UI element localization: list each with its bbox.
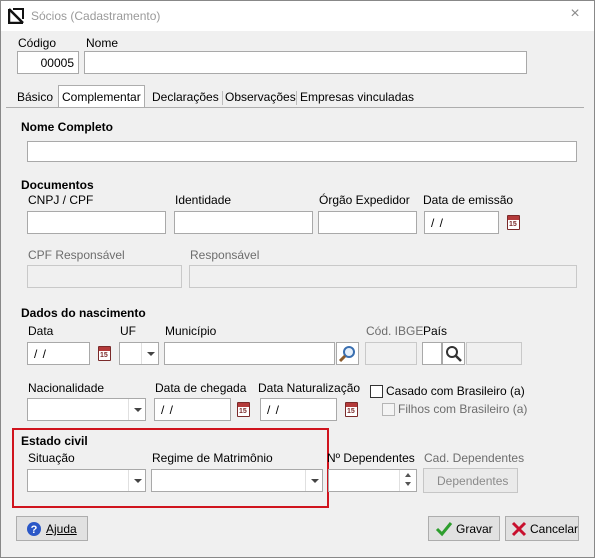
spinner-icon[interactable] bbox=[399, 470, 416, 491]
app-logo-icon bbox=[7, 8, 24, 25]
cancel-x-icon bbox=[511, 521, 527, 537]
regime-matrimonio-select[interactable] bbox=[151, 469, 323, 492]
casado-checkbox[interactable] bbox=[370, 385, 383, 398]
data-chegada-label: Data de chegada bbox=[155, 381, 247, 395]
data-emissao-label: Data de emissão bbox=[423, 193, 514, 207]
cancelar-label: Cancelar bbox=[530, 522, 579, 536]
data-emissao-field[interactable]: / / bbox=[424, 211, 499, 234]
nome-label: Nome bbox=[86, 36, 119, 50]
uf-label: UF bbox=[120, 324, 136, 338]
calendar-icon[interactable]: 15 bbox=[345, 402, 358, 417]
cod-ibge-label: Cód. IBGE bbox=[366, 324, 424, 338]
search-icon bbox=[446, 346, 462, 362]
identidade-field[interactable] bbox=[174, 211, 313, 234]
check-icon bbox=[435, 522, 453, 537]
codigo-value: 00005 bbox=[40, 56, 74, 70]
filhos-label: Filhos com Brasileiro (a) bbox=[398, 402, 528, 416]
data-chegada-value: / / bbox=[161, 403, 175, 417]
situacao-select[interactable] bbox=[27, 469, 146, 492]
calendar-icon[interactable]: 15 bbox=[237, 402, 250, 417]
situacao-label: Situação bbox=[28, 451, 75, 465]
cnpj-cpf-label: CNPJ / CPF bbox=[28, 193, 94, 207]
tab-strip: Básico Complementar Declarações Observaç… bbox=[6, 85, 584, 109]
data-naturalizacao-field[interactable]: / / bbox=[260, 398, 337, 421]
gravar-label: Gravar bbox=[456, 522, 493, 536]
orgao-expedidor-field[interactable] bbox=[318, 211, 417, 234]
pais-search-button[interactable] bbox=[442, 342, 465, 365]
cod-ibge-field bbox=[365, 342, 417, 365]
data-nascimento-value: / / bbox=[34, 347, 48, 361]
tab-empresas-vinculadas[interactable]: Empresas vinculadas bbox=[297, 89, 417, 108]
codigo-label: Código bbox=[18, 36, 57, 50]
filhos-checkbox bbox=[382, 403, 395, 416]
orgao-expedidor-label: Órgão Expedidor bbox=[319, 193, 410, 207]
title-bar: Sócios (Cadastramento) × bbox=[1, 1, 594, 31]
nacionalidade-label: Nacionalidade bbox=[28, 381, 105, 395]
cnpj-cpf-field[interactable] bbox=[27, 211, 166, 234]
data-nascimento-field[interactable]: / / bbox=[27, 342, 90, 365]
nacionalidade-select[interactable] bbox=[27, 398, 146, 421]
calendar-icon[interactable]: 15 bbox=[507, 215, 520, 230]
documentos-label: Documentos bbox=[21, 178, 94, 192]
svg-text:?: ? bbox=[31, 524, 38, 536]
dados-nascimento-label: Dados do nascimento bbox=[21, 306, 146, 320]
n-dependentes-field[interactable] bbox=[328, 469, 417, 492]
tab-basico[interactable]: Básico bbox=[14, 89, 56, 108]
data-label: Data bbox=[28, 324, 54, 338]
codigo-field[interactable]: 00005 bbox=[17, 51, 79, 74]
help-icon: ? bbox=[27, 522, 41, 536]
dependentes-button-label: Dependentes bbox=[437, 474, 509, 488]
municipio-search-button[interactable] bbox=[336, 342, 359, 365]
tab-declaracoes[interactable]: Declarações bbox=[149, 89, 222, 108]
estado-civil-label: Estado civil bbox=[21, 434, 88, 448]
chevron-down-icon[interactable] bbox=[305, 470, 322, 491]
data-naturalizacao-value: / / bbox=[267, 403, 281, 417]
municipio-field[interactable] bbox=[164, 342, 335, 365]
uf-select[interactable] bbox=[119, 342, 159, 365]
pais-label: País bbox=[423, 324, 448, 338]
nome-field[interactable] bbox=[84, 51, 527, 74]
casado-label: Casado com Brasileiro (a) bbox=[386, 384, 525, 398]
cancelar-button[interactable]: Cancelar bbox=[505, 516, 579, 541]
responsavel-label: Responsável bbox=[190, 248, 260, 262]
nome-completo-label: Nome Completo bbox=[21, 120, 114, 134]
cad-dependentes-label: Cad. Dependentes bbox=[424, 451, 525, 465]
window-title: Sócios (Cadastramento) bbox=[31, 9, 161, 23]
municipio-label: Município bbox=[165, 324, 217, 338]
dependentes-button: Dependentes bbox=[423, 468, 518, 493]
data-emissao-value: / / bbox=[431, 216, 445, 230]
data-chegada-field[interactable]: / / bbox=[154, 398, 231, 421]
chevron-down-icon[interactable] bbox=[128, 399, 145, 420]
responsavel-field bbox=[189, 265, 577, 288]
tab-observacoes[interactable]: Observações bbox=[222, 89, 299, 108]
close-icon[interactable]: × bbox=[568, 6, 582, 22]
ajuda-button[interactable]: ? Ajuda bbox=[16, 516, 88, 541]
chevron-down-icon[interactable] bbox=[141, 343, 158, 364]
ajuda-label: Ajuda bbox=[46, 522, 77, 536]
n-dependentes-label: Nº Dependentes bbox=[327, 451, 415, 465]
cpf-responsavel-label: CPF Responsável bbox=[28, 248, 125, 262]
nome-completo-field[interactable] bbox=[27, 141, 577, 162]
search-icon bbox=[338, 346, 355, 363]
chevron-down-icon[interactable] bbox=[128, 470, 145, 491]
pais-nome-field bbox=[466, 342, 522, 365]
gravar-button[interactable]: Gravar bbox=[428, 516, 500, 541]
cpf-responsavel-field bbox=[27, 265, 182, 288]
pais-field[interactable] bbox=[422, 342, 442, 365]
tab-complementar[interactable]: Complementar bbox=[58, 85, 145, 109]
calendar-icon[interactable]: 15 bbox=[98, 346, 111, 361]
identidade-label: Identidade bbox=[175, 193, 232, 207]
data-naturalizacao-label: Data Naturalização bbox=[258, 381, 361, 395]
regime-matrimonio-label: Regime de Matrimônio bbox=[152, 451, 273, 465]
